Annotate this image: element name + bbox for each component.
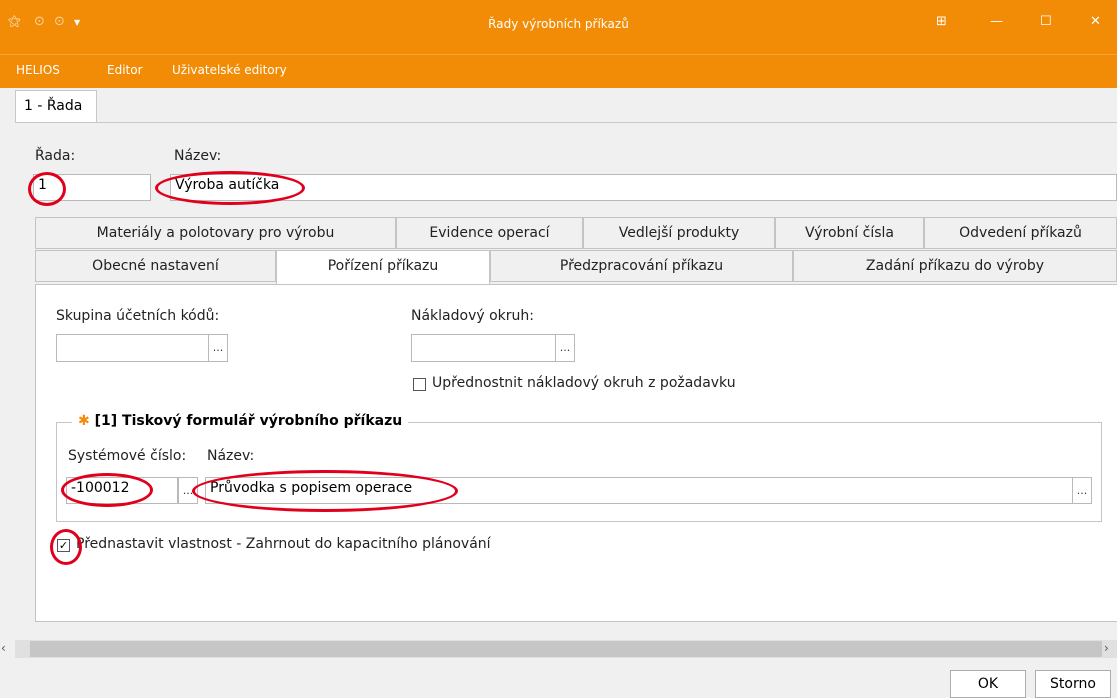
uprednostnit-checkbox[interactable] (413, 378, 426, 391)
tab-obecne-nastaveni[interactable]: Obecné nastavení (35, 250, 276, 282)
tab-vedlejsi-produkty[interactable]: Vedlejší produkty (583, 217, 775, 249)
prednastavit-label[interactable]: Přednastavit vlastnost - Zahrnout do kap… (76, 536, 491, 552)
skupina-label: Skupina účetních kódů: (56, 308, 220, 324)
scroll-right-icon[interactable]: › (1104, 641, 1109, 655)
window-title: Řady výrobních příkazů (488, 17, 629, 31)
nazev2-browse-button[interactable]: ... (1072, 477, 1092, 504)
skupina-browse-button[interactable]: ... (208, 334, 228, 362)
menu-item-helios[interactable]: HELIOS (16, 63, 60, 77)
nazev2-label: Název: (207, 448, 255, 464)
menu-item-editor[interactable]: Editor (107, 63, 143, 77)
group-title: [1] Tiskový formulář výrobního příkazu (94, 413, 403, 429)
syscislo-label: Systémové číslo: (68, 448, 187, 464)
storno-button[interactable]: Storno (1035, 670, 1111, 698)
scrollbar-thumb[interactable] (30, 641, 1102, 657)
tab-materialy[interactable]: Materiály a polotovary pro výrobu (35, 217, 396, 249)
skupina-input[interactable] (56, 334, 209, 362)
print-form-group (56, 422, 1102, 522)
nazev-label: Název: (174, 148, 222, 164)
menu-bar: HELIOS Editor Uživatelské editory (0, 54, 1117, 88)
minimize-icon[interactable]: — (990, 14, 1003, 29)
uprednostnit-label[interactable]: Upřednostnit nákladový okruh z požadavku (432, 375, 736, 391)
annotation-ellipse (192, 470, 458, 512)
tab-divider (15, 122, 1117, 123)
annotation-circle (50, 529, 82, 565)
maximize-icon[interactable]: ☐ (1040, 14, 1052, 29)
tab-porizeni-prikazu[interactable]: Pořízení příkazu (276, 250, 490, 284)
ok-button[interactable]: OK (950, 670, 1026, 698)
rada-label: Řada: (35, 148, 76, 164)
menu-item-user-editors[interactable]: Uživatelské editory (172, 63, 287, 77)
group-title-wrap: ✱ [1] Tiskový formulář výrobního příkazu (72, 413, 409, 429)
scroll-left-icon[interactable]: ‹ (1, 641, 6, 655)
close-icon[interactable]: ✕ (1090, 14, 1101, 29)
naklad-input[interactable] (411, 334, 556, 362)
tab-vyrobni-cisla[interactable]: Výrobní čísla (775, 217, 924, 249)
star-icon: ✱ (78, 413, 90, 429)
naklad-label: Nákladový okruh: (411, 308, 534, 324)
tab-odvedeni-prikazu[interactable]: Odvedení příkazů (924, 217, 1117, 249)
title-bar: ⚝ ⊙ ⊙ ▼ Řady výrobních příkazů ⊞ — ☐ ✕ (0, 0, 1117, 54)
pin-icon[interactable]: ⊞ (936, 14, 947, 29)
nazev-input[interactable]: Výroba autíčka (170, 174, 1117, 201)
form-tab[interactable]: 1 - Řada (15, 90, 97, 123)
tab-evidence-operaci[interactable]: Evidence operací (396, 217, 583, 249)
naklad-browse-button[interactable]: ... (555, 334, 575, 362)
annotation-circle (28, 172, 66, 206)
annotation-ellipse (61, 473, 153, 507)
tab-predzpracovani[interactable]: Předzpracování příkazu (490, 250, 793, 282)
annotation-ellipse (155, 171, 305, 205)
tab-zadani-prikazu[interactable]: Zadání příkazu do výroby (793, 250, 1117, 282)
